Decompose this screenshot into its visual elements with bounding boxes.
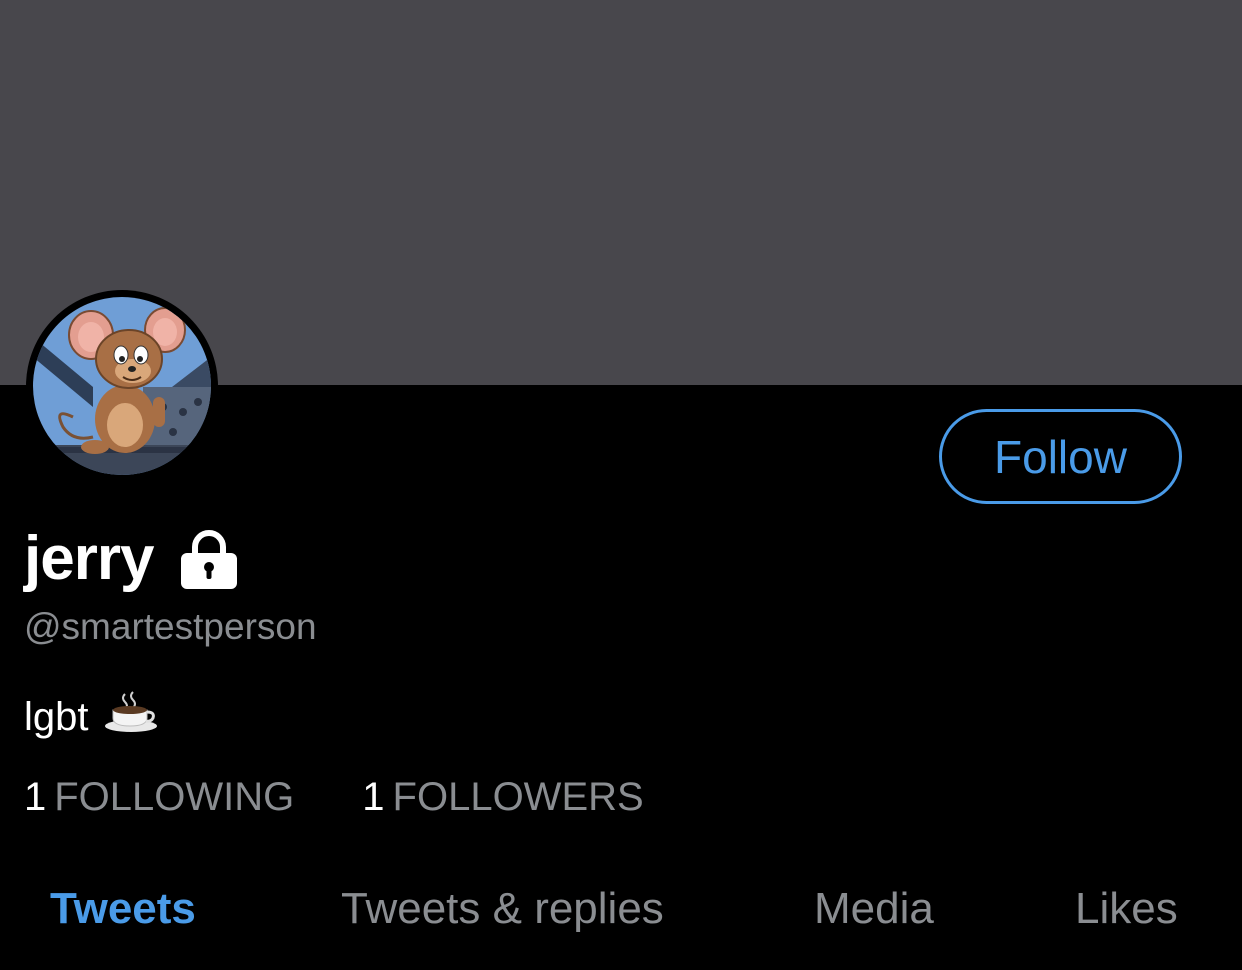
following-count: 1	[24, 775, 47, 819]
avatar-image	[33, 297, 211, 475]
display-name: jerry	[24, 523, 154, 593]
tab-tweets[interactable]: Tweets	[50, 884, 196, 934]
profile-name-row: jerry	[24, 518, 239, 598]
following-stat[interactable]: 1 FOLLOWING	[24, 775, 294, 820]
bio-text: lgbt	[24, 694, 89, 739]
tab-media[interactable]: Media	[814, 884, 934, 934]
following-label: FOLLOWING	[54, 775, 295, 819]
tab-tweets-replies[interactable]: Tweets & replies	[341, 884, 664, 934]
avatar[interactable]	[26, 290, 218, 482]
lock-icon	[179, 529, 239, 596]
follow-button[interactable]: Follow	[939, 409, 1182, 504]
profile-tabs: Tweets Tweets & replies Media Likes	[0, 884, 1242, 944]
followers-count: 1	[362, 775, 385, 819]
coffee-cup-icon	[103, 690, 159, 744]
followers-stat[interactable]: 1 FOLLOWERS	[362, 775, 643, 820]
tab-likes[interactable]: Likes	[1075, 884, 1178, 934]
profile-stats: 1 FOLLOWING 1 FOLLOWERS	[24, 775, 644, 820]
profile-bio: lgbt	[24, 690, 159, 744]
profile-handle: @smartestperson	[24, 606, 317, 647]
followers-label: FOLLOWERS	[392, 775, 644, 819]
